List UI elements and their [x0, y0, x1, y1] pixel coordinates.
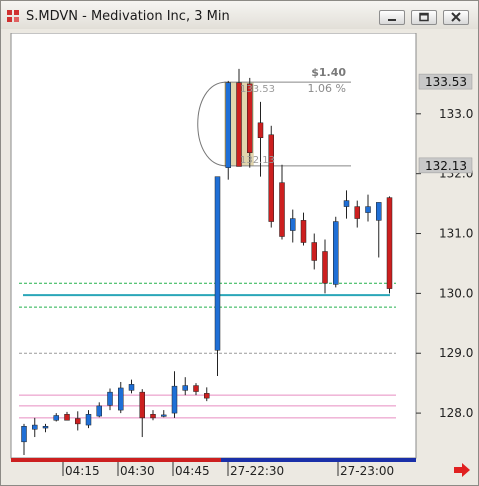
candle-body [32, 424, 38, 430]
candle-body [161, 414, 167, 417]
candle-body [193, 385, 199, 392]
right-arrow-icon[interactable] [453, 463, 471, 477]
candle-body [42, 426, 49, 429]
y-tick-label: 131.00 [439, 227, 473, 241]
session-bar-regular [221, 458, 416, 462]
y-tick-label: 130.00 [439, 286, 473, 300]
restore-button[interactable] [411, 10, 437, 25]
candle-body [333, 221, 339, 285]
candle-body [376, 202, 382, 221]
x-tick-label: 27-22:30 [230, 464, 284, 478]
candle [214, 176, 221, 376]
candle [268, 125, 274, 228]
candle-body [96, 405, 102, 417]
y-tick-label: 129.00 [439, 346, 473, 360]
y-tick-label: 133.00 [439, 107, 473, 121]
candle-body [290, 218, 296, 231]
candle-body [64, 414, 70, 421]
candle-body [21, 426, 27, 443]
candle-body [214, 176, 221, 351]
x-tick-label: 04:45 [175, 464, 210, 478]
x-tick-label: 04:15 [65, 464, 100, 478]
candle [225, 80, 231, 180]
candle-body [107, 391, 113, 406]
candle-body [225, 82, 231, 168]
candle-body [139, 391, 145, 419]
candle-body [365, 206, 371, 213]
measure-bottom-price: 132.13 [240, 155, 275, 166]
candle-body [268, 134, 274, 222]
session-bar-pre [11, 458, 221, 462]
candle-body [171, 385, 178, 414]
candle-body [311, 242, 317, 261]
candle-body [343, 200, 350, 207]
candlestick-chart[interactable]: $1.401.06 %133.53132.13133.00132.00131.0… [6, 33, 473, 481]
y-tick-label: 128.00 [439, 406, 473, 420]
candle [333, 216, 339, 288]
x-tick-label: 27-23:00 [340, 464, 394, 478]
minimize-icon [388, 19, 396, 21]
price-label-text: 133.53 [425, 75, 467, 89]
close-button[interactable] [443, 10, 469, 25]
candle-body [300, 220, 307, 243]
window-title: S.MDVN - Medivation Inc, 3 Min [26, 9, 230, 24]
candle-body [75, 418, 81, 425]
plot-area [10, 33, 417, 459]
chart-frame: $1.401.06 %133.53132.13133.00132.00131.0… [6, 33, 473, 481]
chart-window: S.MDVN - Medivation Inc, 3 Min $1.40 1.06… [0, 0, 479, 486]
price-label-text: 132.13 [425, 159, 467, 173]
candle-body [118, 387, 124, 411]
candle-body [85, 414, 92, 426]
candle-body [322, 251, 328, 284]
candle-body [150, 414, 156, 419]
close-icon [451, 12, 461, 22]
chart-app-icon [7, 10, 19, 22]
measure-change-label: $1.40 [311, 66, 346, 79]
minimize-button[interactable] [379, 10, 405, 25]
x-tick-label: 04:30 [120, 464, 155, 478]
candle-body [279, 182, 285, 237]
title-bar[interactable]: S.MDVN - Medivation Inc, 3 Min [1, 1, 478, 29]
restore-icon [419, 12, 429, 22]
measure-top-price: 133.53 [240, 84, 275, 95]
candle-body [386, 197, 393, 289]
candle-body [53, 415, 59, 421]
candle-body [354, 206, 360, 219]
candle-body [257, 122, 264, 139]
candle-body [204, 393, 210, 399]
candle-body [128, 384, 135, 391]
measure-percent-label: 1.06 % [308, 82, 346, 95]
candle-body [182, 385, 188, 391]
candle [386, 196, 393, 294]
